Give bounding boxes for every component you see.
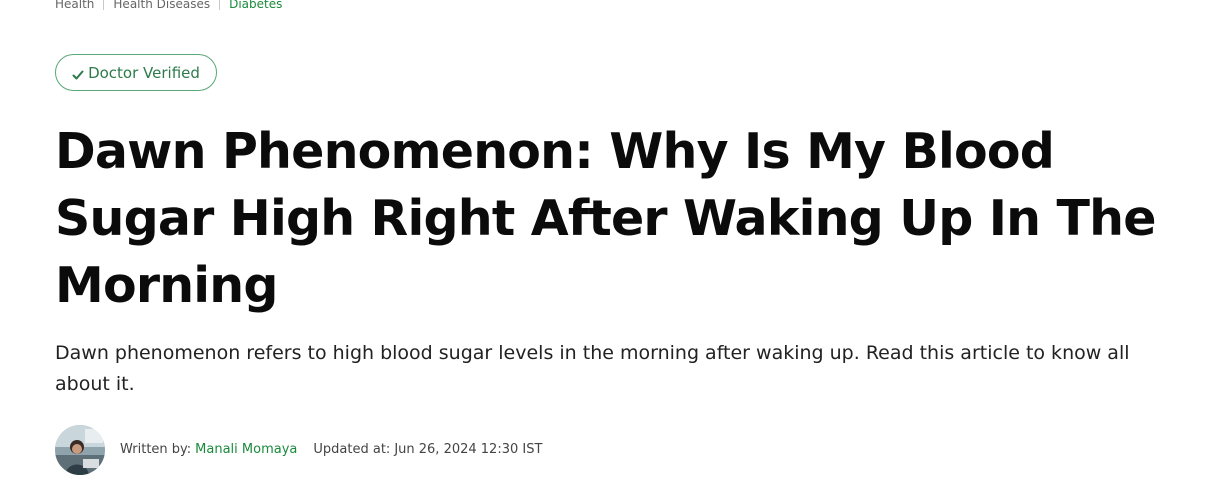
updated-at-label: Updated at: xyxy=(313,442,391,457)
badge-label: Doctor Verified xyxy=(88,63,200,82)
breadcrumb-item-diabetes[interactable]: Diabetes xyxy=(229,0,282,12)
breadcrumb-item-health-diseases[interactable]: Health Diseases xyxy=(113,0,210,12)
breadcrumb-divider xyxy=(103,0,105,10)
updated-at-value: Jun 26, 2024 12:30 IST xyxy=(394,442,543,457)
article-title: Dawn Phenomenon: Why Is My Blood Sugar H… xyxy=(55,123,1156,314)
check-icon xyxy=(72,67,84,79)
doctor-verified-badge[interactable]: Doctor Verified xyxy=(55,54,217,91)
breadcrumb-item-health[interactable]: Health xyxy=(55,0,94,12)
breadcrumb-divider xyxy=(219,0,221,10)
written-by-label: Written by: xyxy=(120,442,192,457)
byline: Written by: Manali Momaya Updated at: Ju… xyxy=(55,424,542,475)
article-summary: Dawn phenomenon refers to high blood sug… xyxy=(55,342,1130,395)
author-link[interactable]: Manali Momaya xyxy=(195,442,297,457)
author-avatar[interactable] xyxy=(55,424,105,475)
breadcrumb: Health Health Diseases Diabetes xyxy=(55,0,282,12)
